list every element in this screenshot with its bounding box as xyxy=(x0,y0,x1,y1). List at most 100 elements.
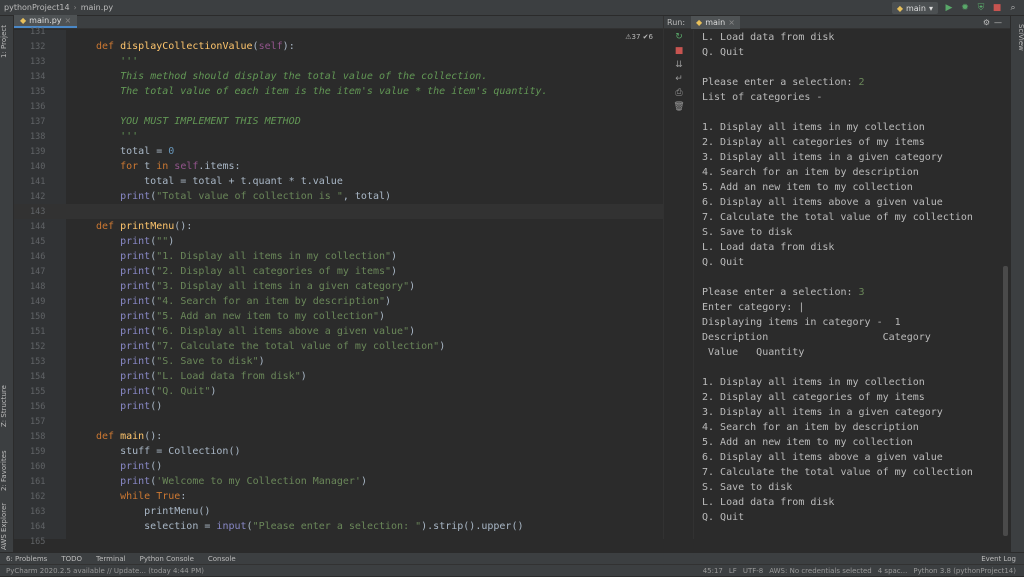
code-line[interactable]: 153 print("S. Save to disk") xyxy=(14,354,663,369)
code-line[interactable]: 162 while True: xyxy=(14,489,663,504)
breadcrumb-file[interactable]: main.py xyxy=(81,3,113,12)
line-number: 161 xyxy=(30,476,46,487)
python-interpreter[interactable]: Python 3.8 (pythonProject14) xyxy=(913,567,1016,575)
status-message[interactable]: PyCharm 2020.2.5 available // Update... … xyxy=(6,567,204,575)
code-line[interactable]: 142 print("Total value of collection is … xyxy=(14,189,663,204)
line-number: 162 xyxy=(30,491,46,502)
code-line[interactable]: 154 print("L. Load data from disk") xyxy=(14,369,663,384)
problems-tab[interactable]: 6: Problems xyxy=(6,555,47,563)
code-line[interactable]: 134 This method should display the total… xyxy=(14,69,663,84)
code-line[interactable]: 160 print() xyxy=(14,459,663,474)
code-editor[interactable]: ◆ main.py × 131 132 def displayCollectionVal… xyxy=(14,15,664,547)
code-line[interactable]: 137 YOU MUST IMPLEMENT THIS METHOD xyxy=(14,114,663,129)
caret-position[interactable]: 45:17 xyxy=(703,567,723,575)
line-number: 160 xyxy=(30,461,46,472)
breadcrumb-separator: › xyxy=(73,3,77,12)
line-number: 150 xyxy=(30,311,46,322)
scroll-end-icon[interactable]: ⇊ xyxy=(664,58,694,72)
code-line[interactable]: 136 xyxy=(14,99,663,114)
line-number: 144 xyxy=(30,221,46,232)
file-encoding[interactable]: UTF-8 xyxy=(743,567,763,575)
console-user-input: 3 xyxy=(858,287,865,298)
code-line[interactable]: 148 print("3. Display all items in a giv… xyxy=(14,279,663,294)
todo-tab[interactable]: TODO xyxy=(61,555,82,563)
indent-setting[interactable]: 4 spac... xyxy=(878,567,908,575)
console-tab[interactable]: Console xyxy=(208,555,236,563)
console-output[interactable]: L. Load data from disk Q. Quit Please ente… xyxy=(702,30,1002,539)
line-number: 143 xyxy=(30,206,46,217)
run-header: Run: ◆ main × ⚙ — xyxy=(664,15,1010,29)
rerun-icon[interactable]: ↻ xyxy=(664,30,694,44)
console-line: List of categories - xyxy=(702,92,823,103)
code-line[interactable]: 164 selection = input("Please enter a se… xyxy=(14,519,663,534)
stop-icon[interactable]: ■ xyxy=(664,44,694,58)
line-separator[interactable]: LF xyxy=(729,567,737,575)
code-line[interactable]: 156 print() xyxy=(14,399,663,414)
trash-icon[interactable]: 🗑 xyxy=(664,100,694,114)
run-icon[interactable]: ▶ xyxy=(944,3,954,13)
minimize-icon[interactable]: — xyxy=(994,18,1002,27)
sciview-tool-tab[interactable]: SciView xyxy=(1011,22,1024,52)
code-line[interactable]: 161 print('Welcome to my Collection Mana… xyxy=(14,474,663,489)
code-line[interactable]: 141 total = total + t.quant * t.value xyxy=(14,174,663,189)
code-line[interactable]: 144 def printMenu(): xyxy=(14,219,663,234)
code-line[interactable]: 155 print("Q. Quit") xyxy=(14,384,663,399)
run-config-selector[interactable]: ◆ main ▾ xyxy=(891,2,938,14)
code-text: def printMenu(): xyxy=(96,221,193,232)
code-line[interactable]: 147 print("2. Display all categories of … xyxy=(14,264,663,279)
line-number: 164 xyxy=(30,521,46,532)
aws-explorer-tool-tab[interactable]: AWS Explorer xyxy=(0,503,14,550)
print-icon[interactable]: ⎙ xyxy=(664,86,694,100)
code-line[interactable]: 146 print("1. Display all items in my co… xyxy=(14,249,663,264)
line-number: 158 xyxy=(30,431,46,442)
code-line[interactable]: 150 print("5. Add an new item to my coll… xyxy=(14,309,663,324)
aws-connection[interactable]: AWS: No credentials selected xyxy=(769,567,872,575)
code-line[interactable]: 145 print("") xyxy=(14,234,663,249)
code-line[interactable]: 135 The total value of each item is the … xyxy=(14,84,663,99)
search-icon[interactable]: ⌕ xyxy=(1008,3,1018,13)
code-line[interactable]: 165 xyxy=(14,534,663,549)
code-line[interactable]: 151 print("6. Display all items above a … xyxy=(14,324,663,339)
line-number: 141 xyxy=(30,176,46,187)
status-bar: PyCharm 2020.2.5 available // Update... … xyxy=(0,564,1024,576)
right-tool-strip: SciView xyxy=(1010,16,1024,552)
code-line[interactable]: 133 ''' xyxy=(14,54,663,69)
code-line[interactable]: 158 def main(): xyxy=(14,429,663,444)
code-text: print("S. Save to disk") xyxy=(120,356,265,367)
inspection-widget[interactable]: ⚠37 ✔6 xyxy=(625,33,653,41)
terminal-tab[interactable]: Terminal xyxy=(96,555,126,563)
line-number: 135 xyxy=(30,86,46,97)
line-number: 132 xyxy=(30,41,46,52)
line-number: 165 xyxy=(30,536,46,547)
breadcrumb-project[interactable]: pythonProject14 xyxy=(4,3,70,12)
code-text: printMenu() xyxy=(96,506,211,517)
code-line[interactable]: 140 for t in self.items: xyxy=(14,159,663,174)
console-scrollbar[interactable] xyxy=(1003,266,1008,536)
close-icon[interactable]: × xyxy=(728,18,735,27)
python-console-tab[interactable]: Python Console xyxy=(140,555,194,563)
project-tool-tab[interactable]: 1: Project xyxy=(0,22,14,62)
code-line[interactable]: 143 xyxy=(14,204,663,219)
run-config-label: main xyxy=(905,3,926,13)
run-tab-main[interactable]: ◆ main × xyxy=(691,15,740,29)
code-line[interactable]: 149 print("4. Search for an item by desc… xyxy=(14,294,663,309)
coverage-icon[interactable]: ⛨ xyxy=(976,3,986,13)
code-text: print("4. Search for an item by descript… xyxy=(120,296,392,307)
event-log-tab[interactable]: Event Log xyxy=(981,555,1016,563)
debug-icon[interactable]: ✹ xyxy=(960,3,970,13)
structure-tool-tab[interactable]: Z: Structure xyxy=(0,376,14,436)
code-line[interactable]: 159 stuff = Collection() xyxy=(14,444,663,459)
code-line[interactable]: 131 xyxy=(14,24,663,39)
code-line[interactable]: 138 ''' xyxy=(14,129,663,144)
favorites-tool-tab[interactable]: 2: Favorites xyxy=(0,446,14,496)
console-line: 2. Display all categories of my items xyxy=(702,392,925,403)
soft-wrap-icon[interactable]: ↵ xyxy=(664,72,694,86)
code-line[interactable]: 139 total = 0 xyxy=(14,144,663,159)
gear-icon[interactable]: ⚙ xyxy=(983,18,990,27)
code-line[interactable]: 152 print("7. Calculate the total value … xyxy=(14,339,663,354)
code-line[interactable]: 163 printMenu() xyxy=(14,504,663,519)
code-line[interactable]: 157 xyxy=(14,414,663,429)
code-line[interactable]: 132 def displayCollectionValue(self): xyxy=(14,39,663,54)
stop-icon[interactable]: ■ xyxy=(992,3,1002,13)
